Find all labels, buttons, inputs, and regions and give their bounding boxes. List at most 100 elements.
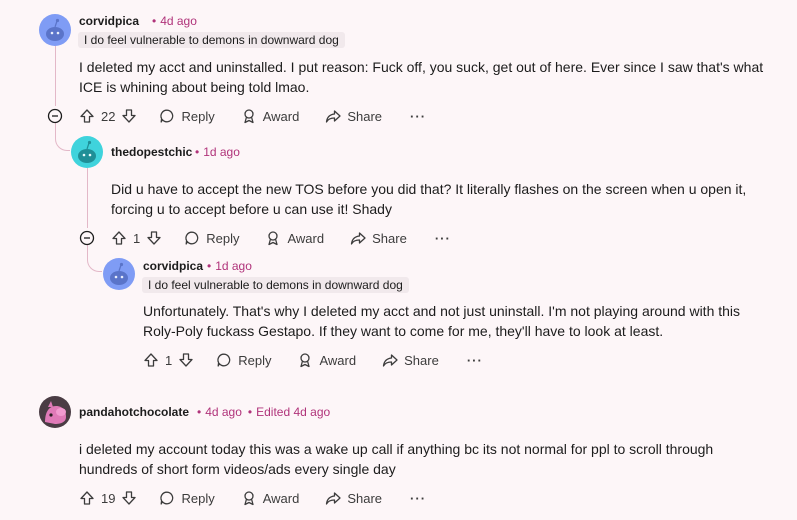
award-button[interactable]: Award [265,230,324,246]
comment-body: Unfortunately. That's why I deleted my a… [143,301,740,341]
share-arrow-icon [326,110,341,123]
avatar[interactable] [39,396,71,428]
more-options-icon: ··· [466,352,483,368]
comment-bubble-icon [160,109,174,123]
more-options-icon: ··· [410,490,427,506]
snoo-avatar-icon [71,136,103,168]
comment-actions: 1 Reply Award Share ··· [143,350,483,370]
comment-body: Did u have to accept the new TOS before … [111,179,746,219]
comment-timestamp: • 4d ago • Edited 4d ago [197,405,331,419]
share-label: Share [372,230,407,246]
more-options-button[interactable]: ··· [410,491,426,506]
comment-body-line: Did u have to accept the new TOS before … [111,181,747,197]
avatar[interactable] [103,258,135,290]
thread-line-reply-1 [87,168,88,228]
award-button[interactable]: Award [297,352,356,368]
comment-body-line: Roly-Poly fuckass Gestapo. If they want … [143,323,664,339]
share-label: Share [347,490,383,506]
upvote-button[interactable] [79,108,95,124]
upvote-button[interactable] [111,230,127,246]
comment-actions: 1 Reply Award Share ··· [111,228,451,248]
comment-actions: 19 Reply Award Share ··· [79,488,426,508]
avatar[interactable] [71,136,103,168]
more-options-button[interactable]: ··· [410,109,426,124]
comment-bubble-icon [217,353,231,367]
more-options-icon: ··· [410,108,427,124]
comment-username[interactable]: corvidpica [143,259,203,273]
reply-button[interactable]: Reply [159,490,215,506]
reply-label: Reply [181,490,215,506]
upvote-button[interactable] [79,490,95,506]
comment-username[interactable]: pandahotchocolate [79,405,189,419]
edited-label: Edited 4d ago [256,405,331,419]
share-arrow-icon [350,232,366,245]
reply-button[interactable]: Reply [159,108,215,124]
share-button[interactable]: Share [325,108,382,124]
thread-line-root [55,46,56,106]
share-button[interactable]: Share [350,230,407,246]
reply-button[interactable]: Reply [184,230,239,246]
comment-bubble-icon [185,231,199,245]
comment-body-line: hundreds of short form videos/ads every … [79,461,396,477]
downvote-button[interactable] [178,352,194,368]
vote-count: 19 [101,490,116,506]
pink-character-avatar-icon [39,396,71,428]
share-button[interactable]: Share [382,352,439,368]
downvote-arrow-icon [122,109,137,123]
more-options-button[interactable]: ··· [435,231,451,246]
comment-bubble-icon [160,491,174,505]
downvote-arrow-icon [179,353,193,367]
upvote-button[interactable] [143,352,159,368]
award-icon [244,109,254,124]
comment-actions: 22 Reply Award Share ··· [79,106,426,126]
award-label: Award [262,108,300,124]
downvote-button[interactable] [121,108,137,124]
comment-body-line: forcing u to accept before u can use it!… [111,201,392,217]
award-icon [268,231,279,246]
award-button[interactable]: Award [241,108,300,124]
reply-label: Reply [181,108,215,124]
upvote-arrow-icon [80,109,94,123]
share-arrow-icon [382,354,398,367]
collapse-thread-button[interactable] [79,230,95,246]
collapse-icon [47,108,63,124]
comment-timestamp: • 1d ago [207,259,252,273]
share-arrow-icon [326,492,341,505]
collapse-icon [79,230,95,246]
avatar[interactable] [39,14,71,46]
downvote-button[interactable] [121,490,137,506]
downvote-button[interactable] [146,230,162,246]
comment-body-line: ICE is whining about being told lmao. [79,79,310,95]
more-options-button[interactable]: ··· [467,353,483,368]
downvote-arrow-icon [122,491,137,505]
comment-timestamp: • 4d ago [152,14,197,28]
upvote-arrow-icon [112,231,126,245]
award-icon [300,353,311,368]
comment-time: 4d ago [205,405,242,419]
award-button[interactable]: Award [241,490,299,506]
comment-username[interactable]: thedopestchic [111,145,192,159]
collapse-thread-button[interactable] [47,108,63,124]
user-flair: I do feel vulnerable to demons in downwa… [142,277,409,293]
comment-body: I deleted my acct and uninstalled. I put… [79,57,763,97]
upvote-arrow-icon [144,353,158,367]
comment-body-line: i deleted my account today this was a wa… [79,441,714,457]
award-label: Award [287,230,325,246]
comment-time: 1d ago [215,259,252,273]
comment-body-line: I deleted my acct and uninstalled. I put… [79,59,764,75]
comment-username[interactable]: corvidpica [79,14,139,28]
vote-count: 22 [101,108,116,124]
comment-timestamp: • 1d ago [195,145,240,159]
thread-curve-reply-1 [55,122,70,151]
user-flair: I do feel vulnerable to demons in downwa… [78,32,345,48]
comment-body-line: Unfortunately. That's why I deleted my a… [143,303,741,319]
more-options-icon: ··· [434,230,451,246]
reply-button[interactable]: Reply [216,352,271,368]
vote-count: 1 [165,352,173,368]
thread-curve-reply-2 [87,244,102,272]
comment-time: 4d ago [160,14,197,28]
snoo-avatar-icon [39,14,71,46]
downvote-arrow-icon [147,231,161,245]
award-label: Award [319,352,357,368]
share-button[interactable]: Share [325,490,382,506]
